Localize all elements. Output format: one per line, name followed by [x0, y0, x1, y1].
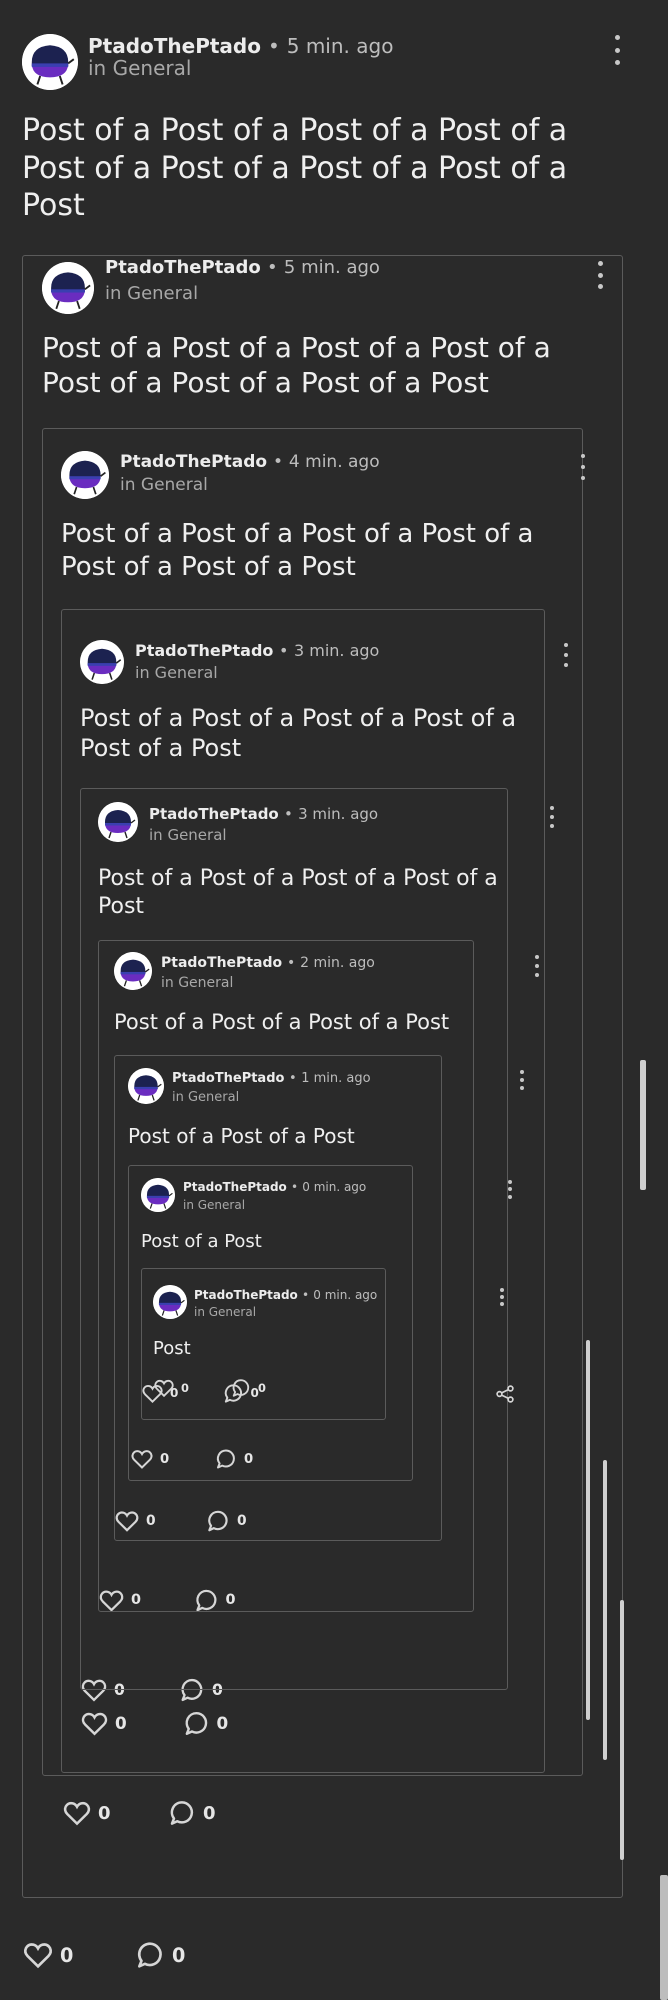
post-author-line: PtadoThePtado • 3 min. ago [149, 805, 378, 823]
comment-button[interactable]: 0 [230, 1377, 266, 1399]
username[interactable]: PtadoThePtado [194, 1288, 298, 1302]
comment-count: 0 [172, 1943, 186, 1967]
post-time: 5 min. ago [283, 257, 380, 278]
avatar[interactable] [153, 1285, 187, 1319]
community-label[interactable]: in General [183, 1198, 245, 1212]
avatar[interactable] [141, 1178, 175, 1212]
separator-dot: • [290, 1180, 299, 1194]
username[interactable]: PtadoThePtado [149, 805, 279, 823]
post-author-line: PtadoThePtado • 0 min. ago [194, 1288, 377, 1302]
speech-bubble-icon [232, 1379, 250, 1397]
post-text: Post [153, 1338, 191, 1359]
post-text: Post of a Post [141, 1231, 262, 1252]
post-author-line: PtadoThePtado • 5 min. ago [105, 257, 380, 278]
kebab-menu-icon[interactable] [505, 1179, 515, 1199]
inner-scroll-indicator [603, 1460, 607, 1760]
username[interactable]: PtadoThePtado [183, 1180, 287, 1194]
like-button[interactable]: 0 [62, 1798, 111, 1828]
post-time: 2 min. ago [300, 955, 375, 971]
kebab-menu-icon[interactable] [498, 1288, 507, 1306]
post-author-line: PtadoThePtado • 4 min. ago [120, 452, 380, 472]
kebab-menu-icon[interactable] [532, 955, 543, 977]
username[interactable]: PtadoThePtado [88, 34, 261, 58]
kebab-menu-icon[interactable] [593, 261, 607, 289]
separator-dot: • [266, 257, 278, 278]
username[interactable]: PtadoThePtado [172, 1071, 284, 1086]
post-time: 1 min. ago [301, 1071, 371, 1086]
kebab-menu-icon[interactable] [577, 454, 590, 480]
post-text: Post of a Post of a Post of a Post of a … [22, 113, 568, 223]
post-author-line: PtadoThePtado • 0 min. ago [183, 1180, 366, 1194]
heart-icon [63, 1801, 91, 1826]
post-time: 5 min. ago [286, 34, 394, 58]
like-button[interactable]: 0 [153, 1377, 189, 1399]
avatar[interactable] [80, 640, 124, 684]
avatar[interactable] [22, 34, 78, 90]
comment-button[interactable]: 0 [167, 1798, 216, 1828]
separator-dot: • [286, 955, 296, 971]
page-scrollbar[interactable] [658, 0, 668, 2000]
inner-scroll-indicator [620, 1600, 624, 1860]
community-label[interactable]: in General [194, 1305, 256, 1319]
like-count: 0 [181, 1381, 189, 1395]
kebab-menu-icon[interactable] [560, 643, 572, 667]
post-text: Post of a Post of a Post of a Post [114, 1010, 450, 1034]
community-label[interactable]: in General [120, 475, 208, 495]
kebab-menu-icon[interactable] [547, 806, 558, 828]
post-time: 0 min. ago [313, 1288, 378, 1302]
like-count: 0 [98, 1802, 111, 1824]
separator-dot: • [272, 452, 283, 472]
post-author-line: PtadoThePtado • 5 min. ago [88, 34, 393, 58]
separator-dot: • [288, 1071, 297, 1086]
page-scrollbar-thumb[interactable] [660, 1875, 668, 2000]
avatar[interactable] [98, 802, 138, 842]
avatar[interactable] [128, 1068, 164, 1104]
inner-scroll-indicator [586, 1340, 590, 1720]
post-text: Post of a Post of a Post of a Post of a … [98, 866, 498, 919]
post-author-line: PtadoThePtado • 2 min. ago [161, 955, 375, 971]
post-time: 0 min. ago [302, 1180, 367, 1194]
post-time: 4 min. ago [288, 452, 380, 472]
avatar[interactable] [42, 262, 94, 314]
heart-icon [23, 1943, 53, 1969]
username[interactable]: PtadoThePtado [135, 641, 273, 660]
post-text: Post of a Post of a Post of a Post of a … [61, 519, 534, 582]
speech-bubble-icon [170, 1801, 194, 1825]
share-icon[interactable] [494, 1383, 516, 1409]
kebab-menu-icon[interactable] [610, 35, 625, 65]
separator-dot: • [283, 805, 293, 823]
avatar[interactable] [61, 451, 109, 499]
separator-dot: • [301, 1288, 310, 1302]
community-label[interactable]: in General [172, 1090, 239, 1105]
community-label[interactable]: in General [135, 663, 218, 682]
like-count: 0 [60, 1943, 74, 1967]
post-time: 3 min. ago [293, 641, 380, 660]
comment-count: 0 [203, 1802, 216, 1824]
post-text: Post of a Post of a Post of a Post of a … [80, 704, 517, 762]
post-text: Post of a Post of a Post of a Post of a … [42, 331, 551, 399]
community-label[interactable]: in General [149, 826, 227, 844]
username[interactable]: PtadoThePtado [105, 257, 261, 278]
separator-dot: • [267, 34, 280, 58]
heart-icon [154, 1379, 174, 1398]
avatar[interactable] [114, 952, 152, 990]
community-label[interactable]: in General [88, 56, 191, 80]
post-text: Post of a Post of a Post [128, 1124, 355, 1148]
like-button[interactable]: 0 [22, 1939, 73, 1971]
kebab-menu-icon[interactable] [517, 1070, 527, 1090]
comment-count: 0 [258, 1381, 266, 1395]
post-time: 3 min. ago [298, 805, 379, 823]
post-author-line: PtadoThePtado • 1 min. ago [172, 1071, 371, 1086]
username[interactable]: PtadoThePtado [120, 452, 267, 472]
community-label[interactable]: in General [161, 975, 233, 991]
inner-scroll-indicator [640, 1060, 646, 1190]
username[interactable]: PtadoThePtado [161, 955, 282, 971]
community-label[interactable]: in General [105, 283, 198, 304]
post-author-line: PtadoThePtado • 3 min. ago [135, 641, 379, 660]
speech-bubble-icon [137, 1942, 162, 1968]
comment-button[interactable]: 0 [134, 1939, 185, 1971]
separator-dot: • [278, 641, 289, 660]
